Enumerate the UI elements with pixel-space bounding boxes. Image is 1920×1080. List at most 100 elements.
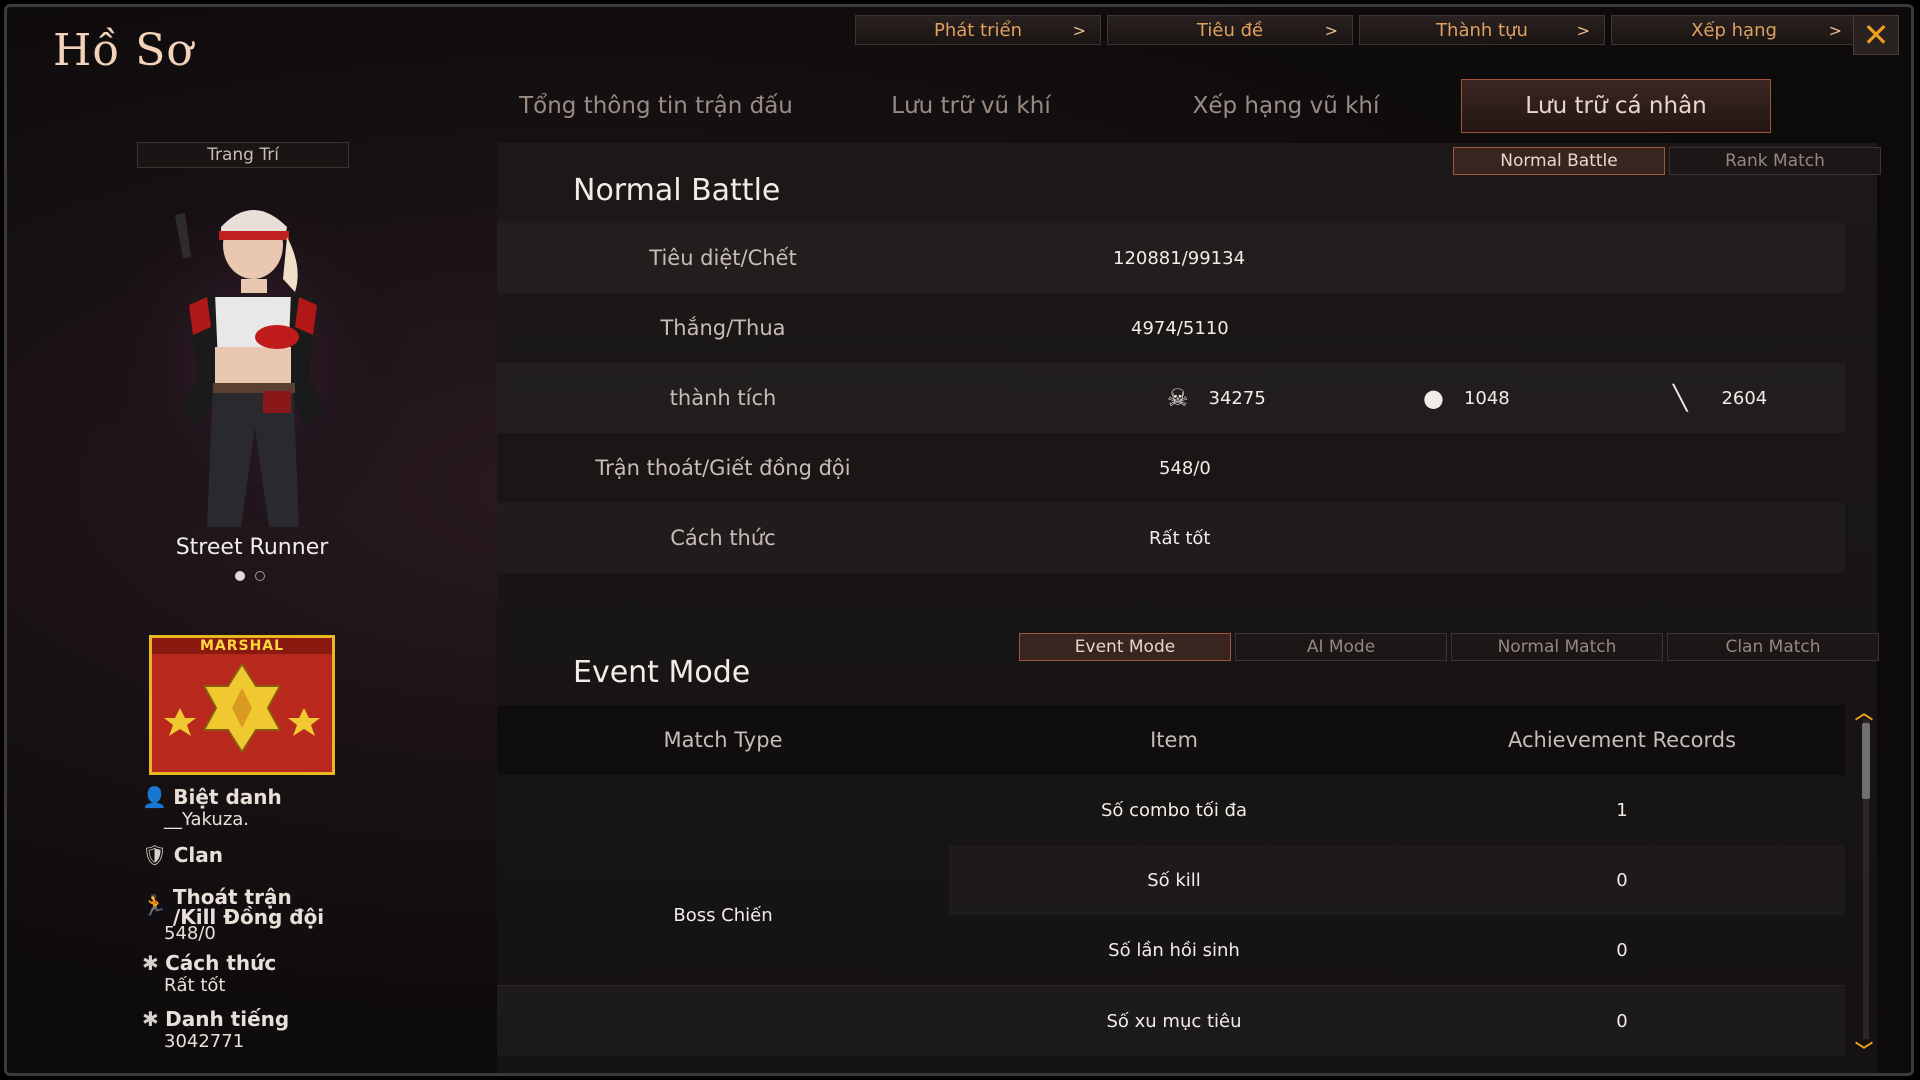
top-nav: Phát triển > Tiêu đề > Thành tựu > Xếp hạng… <box>855 15 1857 45</box>
tab-normal-match[interactable]: Normal Match <box>1451 633 1663 661</box>
skull-icon: ☠ <box>1167 384 1189 412</box>
nav-label: Xếp hạng <box>1691 19 1777 41</box>
tab-clan-match[interactable]: Clan Match <box>1667 633 1879 661</box>
chevron-right-icon: > <box>1576 20 1590 40</box>
stat-row-wl: Thắng/Thua 4974/5110 <box>497 293 1845 363</box>
manner-value: Rất tốt <box>164 975 226 996</box>
tab-personal-records[interactable]: Lưu trữ cá nhân <box>1461 79 1771 133</box>
stat-row-desert: Trận thoát/Giết đồng đội 548/0 <box>497 433 1845 503</box>
chevron-right-icon: > <box>1072 20 1086 40</box>
stat-row-kd: Tiêu diệt/Chết 120881/99134 <box>497 223 1845 293</box>
clan-icon: 🛡 <box>142 843 168 867</box>
tab-weapon-records[interactable]: Lưu trữ vũ khí <box>821 79 1121 133</box>
tab-normal-battle[interactable]: Normal Battle <box>1453 147 1665 175</box>
mode-tabs: Event Mode AI Mode Normal Match Clan Mat… <box>1019 633 1879 661</box>
event-mode-title: Event Mode <box>573 655 751 690</box>
clan-label: Clan <box>173 843 224 867</box>
character-panel: Trang Trí Street Runner MARSHAL 👤 Biệt d… <box>7 7 497 1073</box>
nav-label: Phát triển <box>933 19 1022 41</box>
carousel-dots <box>235 571 265 581</box>
manner-stat-value: Rất tốt <box>1149 527 1211 549</box>
desert-stat-value: 548/0 <box>1159 457 1211 479</box>
value-cell: 0 <box>1616 1010 1628 1032</box>
match-type-cell: Boss Chiến <box>497 845 949 985</box>
carousel-dot[interactable] <box>235 571 245 581</box>
manner-label: Cách thức <box>165 951 277 975</box>
nickname-label: Biệt danh <box>173 785 282 809</box>
scroll-thumb[interactable] <box>1862 723 1870 799</box>
fame-block: ✱ Danh tiếng 3042771 <box>142 1007 289 1052</box>
user-icon: 👤 <box>142 785 167 809</box>
nickname-block: 👤 Biệt danh __Yakuza. <box>142 785 282 830</box>
tab-match-summary[interactable]: Tổng thông tin trận đấu <box>491 79 821 133</box>
nav-ranking-button[interactable]: Xếp hạng > <box>1611 15 1857 45</box>
tab-rank-match[interactable]: Rank Match <box>1669 147 1881 175</box>
col-match-type: Match Type <box>663 728 783 752</box>
nav-achievement-button[interactable]: Thành tựu > <box>1359 15 1605 45</box>
nav-title-button[interactable]: Tiêu đề > <box>1107 15 1353 45</box>
manner-stat-label: Cách thức <box>670 526 776 550</box>
close-icon: ✕ <box>1862 16 1890 54</box>
nav-development-button[interactable]: Phát triển > <box>855 15 1101 45</box>
clan-block: 🛡 Clan <box>142 843 223 867</box>
item-cell: Số kill <box>1147 869 1201 891</box>
desert-block: 🏃 Thoát trận /Kill Đồng đội 548/0 <box>142 887 324 944</box>
stat-row-achievement: thành tích ☠ 34275 ● 1048 ╲ 2604 <box>497 363 1845 433</box>
main-tabs: Tổng thông tin trận đấu Lưu trữ vũ khí X… <box>491 79 1771 133</box>
match-type-value: Boss Chiến <box>673 904 773 926</box>
desert-stat-label: Trận thoát/Giết đồng đội <box>595 456 851 480</box>
chevron-right-icon: > <box>1324 20 1338 40</box>
gear-icon: ✱ <box>142 951 159 975</box>
table-row: Số combo tối đa 1 <box>949 775 1845 845</box>
chevron-down-icon[interactable]: ﹀ <box>1855 1037 1873 1063</box>
item-cell: Số xu mục tiêu <box>1106 1010 1242 1032</box>
table-row: Số lần hồi sinh 0 <box>949 915 1845 985</box>
desert-label-1: Thoát trận <box>172 885 292 909</box>
col-records: Achievement Records <box>1507 728 1737 752</box>
table-row: Số kill 0 <box>949 845 1845 915</box>
kd-value: 120881/99134 <box>1113 247 1246 269</box>
stat-row-manner: Cách thức Rất tốt <box>497 503 1845 573</box>
nickname-value: __Yakuza. <box>164 809 250 830</box>
knife-stat: ╲ 2604 <box>1673 384 1767 412</box>
wl-label: Thắng/Thua <box>660 316 786 340</box>
carousel-dot[interactable] <box>255 571 265 581</box>
runner-icon: 🏃 <box>142 893 167 917</box>
decorate-button[interactable]: Trang Trí <box>137 142 349 168</box>
kd-label: Tiêu diệt/Chết <box>649 246 797 270</box>
profile-window: Hồ Sơ Phát triển > Tiêu đề > Thành tựu > Xế… <box>4 4 1914 1076</box>
tab-event-mode[interactable]: Event Mode <box>1019 633 1231 661</box>
grenade-icon: ● <box>1423 384 1444 412</box>
table-row: Số xu mục tiêu 0 <box>497 985 1845 1056</box>
grenade-stat: ● 1048 <box>1423 384 1510 412</box>
nav-label: Tiêu đề <box>1196 19 1264 41</box>
rank-emblem-icon <box>164 662 320 754</box>
value-cell: 0 <box>1616 939 1628 961</box>
wl-value: 4974/5110 <box>1131 317 1229 339</box>
gear-icon: ✱ <box>142 1007 159 1031</box>
chevron-right-icon: > <box>1828 20 1842 40</box>
manner-block: ✱ Cách thức Rất tốt <box>142 951 276 996</box>
knife-icon: ╲ <box>1673 384 1688 412</box>
grenade-value: 1048 <box>1463 387 1510 409</box>
fame-label: Danh tiếng <box>165 1007 290 1031</box>
character-name: Street Runner <box>175 535 329 560</box>
headshot-stat: ☠ 34275 <box>1167 384 1266 412</box>
item-cell: Số combo tối đa <box>1100 799 1247 821</box>
item-cell: Số lần hồi sinh <box>1108 939 1240 961</box>
tab-ai-mode[interactable]: AI Mode <box>1235 633 1447 661</box>
character-portrait[interactable] <box>103 187 403 527</box>
battle-type-tabs: Normal Battle Rank Match <box>1453 147 1881 175</box>
fame-value: 3042771 <box>164 1031 245 1052</box>
close-button[interactable]: ✕ <box>1853 15 1899 55</box>
table-scrollbar[interactable]: ︿ ﹀ <box>1855 703 1873 1062</box>
value-cell: 0 <box>1616 869 1628 891</box>
col-item: Item <box>1150 728 1198 752</box>
tab-weapon-ranking[interactable]: Xếp hạng vũ khí <box>1121 79 1451 133</box>
rank-badge: MARSHAL <box>149 635 335 775</box>
value-cell: 1 <box>1616 799 1628 821</box>
rank-label: MARSHAL <box>152 638 332 654</box>
headshot-value: 34275 <box>1208 387 1266 409</box>
nav-label: Thành tựu <box>1436 19 1528 41</box>
stats-panel: Normal Battle Rank Match Normal Battle T… <box>497 143 1881 1073</box>
